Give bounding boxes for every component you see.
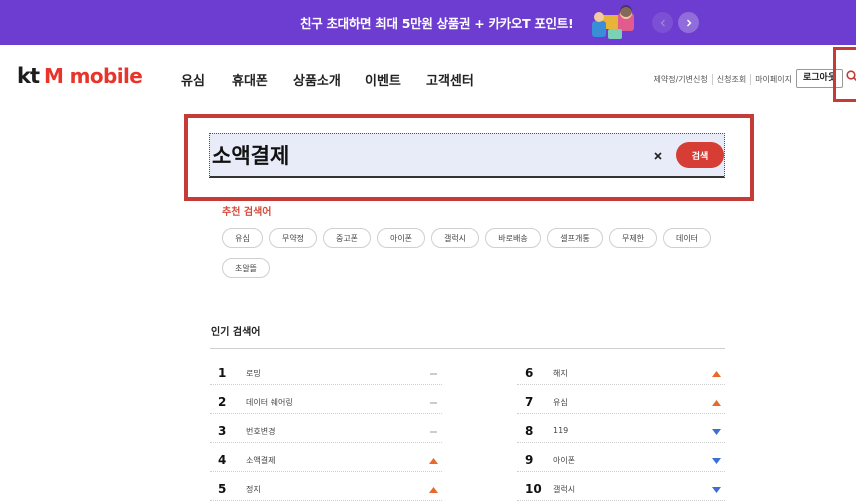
nav-item-support[interactable]: 고객센터	[426, 70, 474, 89]
trend-down-icon	[712, 458, 721, 464]
rank-keyword: 데이터 쉐어링	[246, 398, 293, 407]
keyword-chip[interactable]: 갤럭시	[431, 228, 479, 248]
keyword-chip[interactable]: 초알뜰	[222, 258, 270, 278]
logo-kt: kt	[17, 64, 40, 88]
rank-keyword: 소액결제	[246, 456, 276, 465]
nav-item-events[interactable]: 이벤트	[365, 70, 401, 89]
popular-item[interactable]: 8 119	[517, 419, 725, 443]
nav-item-usim[interactable]: 유심	[181, 70, 205, 89]
keyword-chip[interactable]: 무제한	[609, 228, 657, 248]
chevron-right-icon	[686, 19, 691, 26]
nav-item-products[interactable]: 상품소개	[293, 70, 341, 89]
trend-down-icon	[712, 429, 721, 435]
popular-item[interactable]: 3 번호변경	[210, 419, 442, 443]
utility-links: 제약정/기변신청 신청조회 마이페이지	[650, 74, 796, 85]
search-icon-highlight	[833, 47, 856, 102]
search-input[interactable]	[210, 134, 640, 176]
banner-next-button[interactable]	[678, 12, 699, 33]
trend-same-icon	[430, 402, 437, 404]
recommended-title: 추천 검색어	[222, 207, 272, 218]
trend-up-icon	[429, 487, 438, 493]
popular-item[interactable]: 1 로밍	[210, 361, 442, 385]
rank-keyword: 119	[553, 426, 569, 435]
logo-text: M mobile	[44, 64, 143, 88]
trend-same-icon	[430, 431, 437, 433]
rank-keyword: 갤럭시	[553, 485, 576, 494]
banner-prev-button[interactable]	[652, 12, 673, 33]
search-box: 검색	[209, 133, 725, 178]
keyword-chip[interactable]: 무약정	[269, 228, 317, 248]
rank-number: 6	[525, 366, 534, 380]
popular-item[interactable]: 4 소액결제	[210, 448, 442, 472]
trend-up-icon	[712, 400, 721, 406]
rank-number: 9	[525, 453, 534, 467]
rank-number: 3	[218, 424, 227, 438]
rank-keyword: 아이폰	[553, 456, 576, 465]
popular-item[interactable]: 5 정지	[210, 477, 442, 501]
rank-keyword: 유심	[553, 398, 568, 407]
util-link-contract[interactable]: 제약정/기변신청	[650, 74, 712, 85]
site-logo[interactable]: kt M mobile	[17, 64, 143, 88]
keyword-chip[interactable]: 중고폰	[323, 228, 371, 248]
close-icon[interactable]	[653, 151, 663, 161]
trend-up-icon	[712, 371, 721, 377]
rank-number: 10	[525, 482, 542, 496]
rank-keyword: 로밍	[246, 369, 261, 378]
keyword-chip[interactable]: 셀프개통	[547, 228, 603, 248]
divider	[210, 348, 725, 349]
util-link-order-status[interactable]: 신청조회	[711, 74, 750, 85]
rank-number: 1	[218, 366, 227, 380]
rank-number: 8	[525, 424, 534, 438]
banner-text[interactable]: 친구 초대하면 최대 5만원 상품권 + 카카오T 포인트!	[300, 13, 574, 32]
chevron-left-icon	[660, 19, 665, 26]
popular-item[interactable]: 2 데이터 쉐어링	[210, 390, 442, 414]
util-link-mypage[interactable]: 마이페이지	[750, 74, 796, 85]
friends-illustration-icon	[592, 5, 634, 39]
rank-number: 7	[525, 395, 534, 409]
popular-item[interactable]: 6 해지	[517, 361, 725, 385]
search-button[interactable]: 검색	[676, 142, 724, 168]
keyword-chip[interactable]: 데이터	[663, 228, 711, 248]
popular-title: 인기 검색어	[211, 327, 261, 338]
trend-same-icon	[430, 373, 437, 375]
trend-down-icon	[712, 487, 721, 493]
popular-item[interactable]: 7 유심	[517, 390, 725, 414]
promo-banner[interactable]: 친구 초대하면 최대 5만원 상품권 + 카카오T 포인트!	[0, 0, 856, 45]
rank-number: 2	[218, 395, 227, 409]
nav-item-phone[interactable]: 휴대폰	[232, 70, 268, 89]
rank-number: 5	[218, 482, 227, 496]
keyword-chip[interactable]: 아이폰	[377, 228, 425, 248]
trend-up-icon	[429, 458, 438, 464]
rank-keyword: 해지	[553, 369, 568, 378]
rank-keyword: 정지	[246, 485, 261, 494]
popular-item[interactable]: 9 아이폰	[517, 448, 725, 472]
popular-item[interactable]: 10 갤럭시	[517, 477, 725, 501]
rank-keyword: 번호변경	[246, 427, 276, 436]
keyword-chip[interactable]: 유심	[222, 228, 263, 248]
rank-number: 4	[218, 453, 227, 467]
keyword-chip[interactable]: 바로배송	[485, 228, 541, 248]
